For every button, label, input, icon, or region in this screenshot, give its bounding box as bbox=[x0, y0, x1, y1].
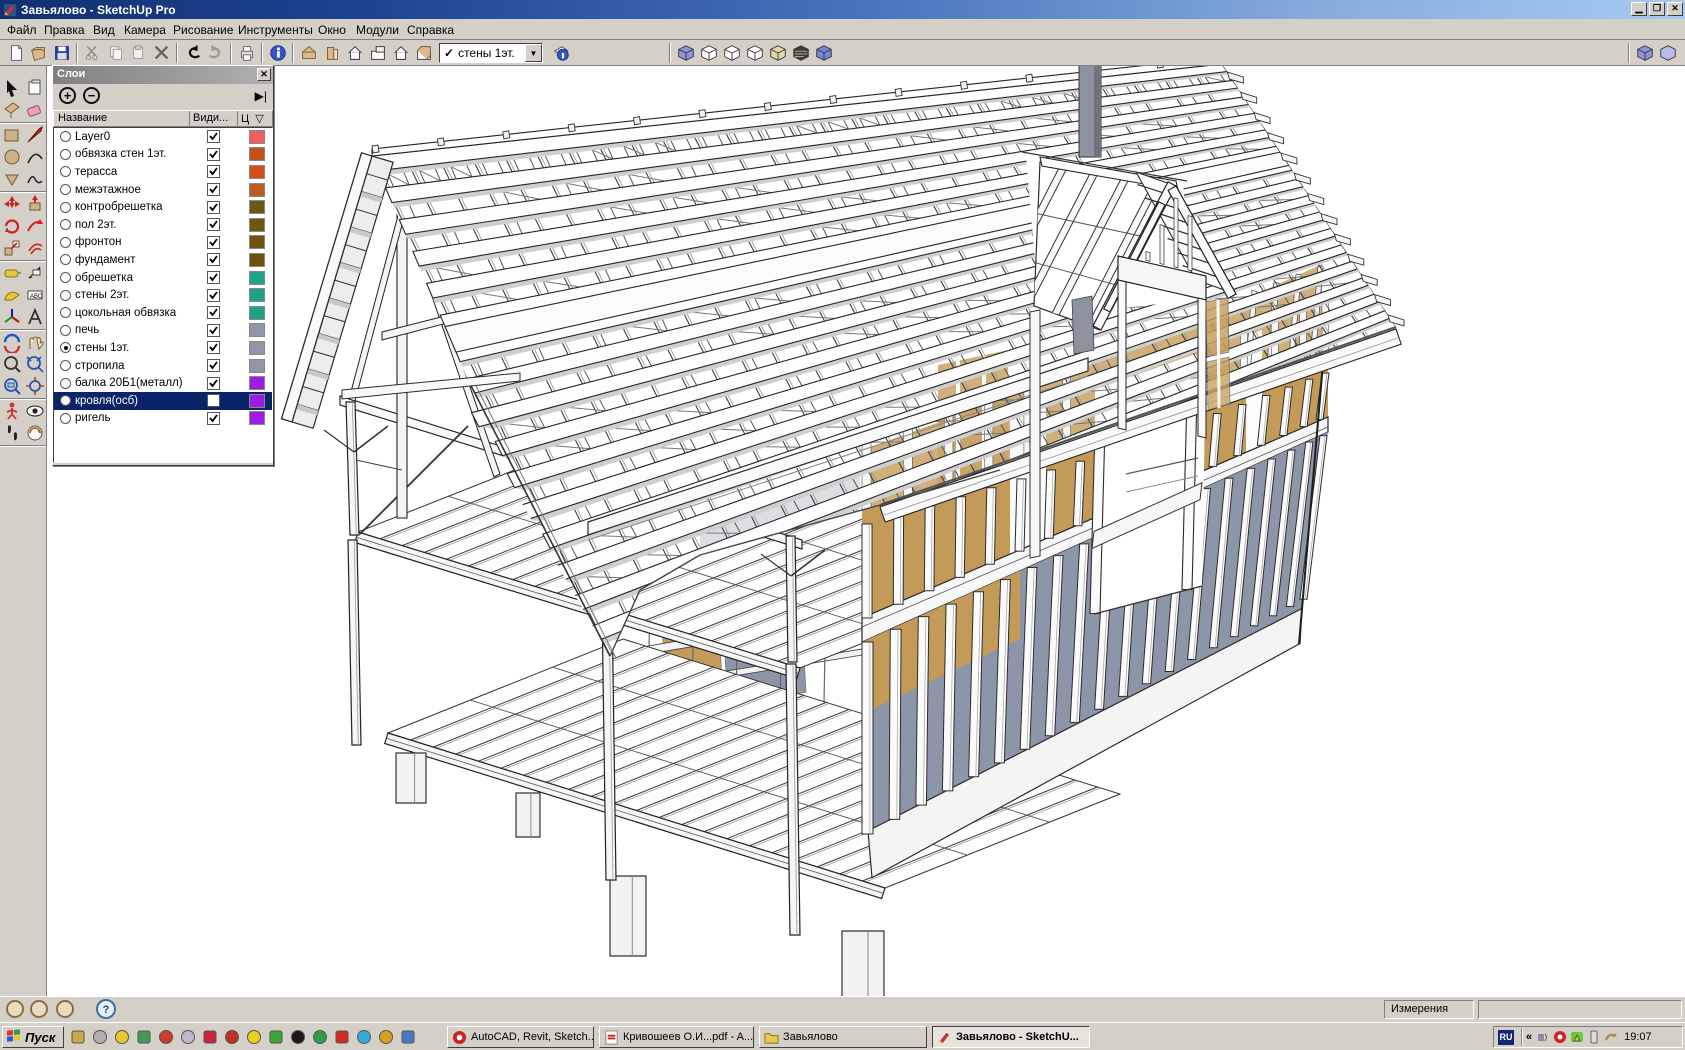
svg-text:ABC: ABC bbox=[30, 294, 43, 300]
